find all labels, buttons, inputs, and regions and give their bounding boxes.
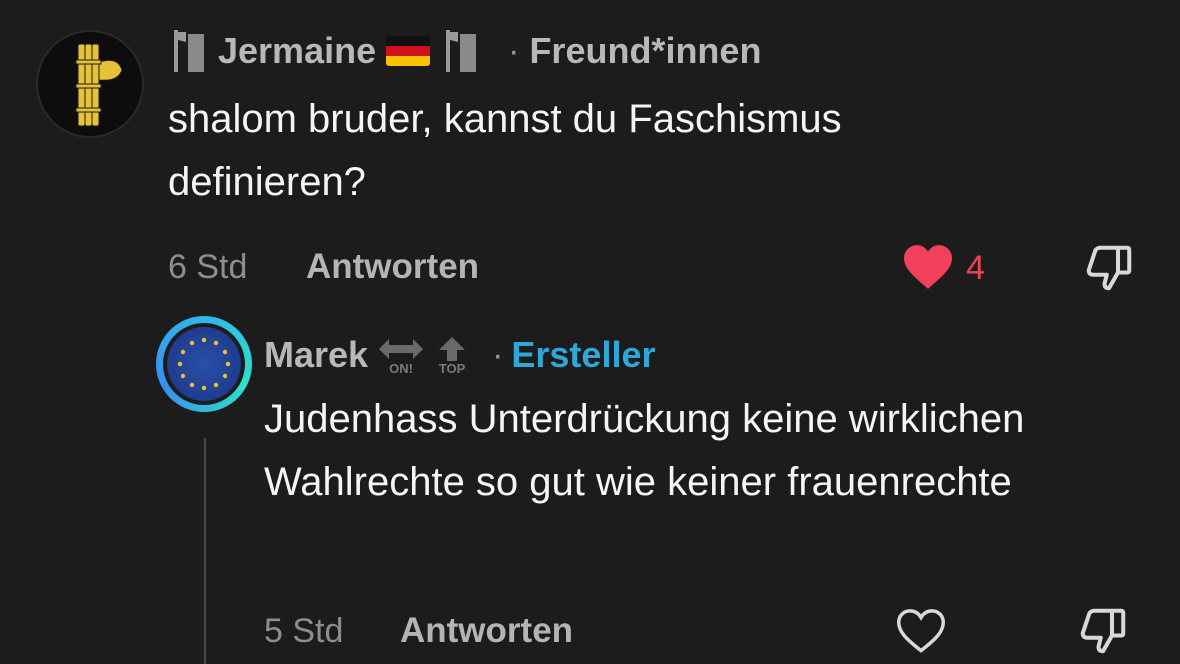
reply-button[interactable]: Antworten <box>306 247 479 287</box>
dislike-icon <box>1086 245 1132 291</box>
reply-time: 5 Std <box>264 612 344 650</box>
german-flag-icon <box>386 36 431 66</box>
reply-text: Judenhass Unterdrückung keine wirklichen… <box>264 397 1025 504</box>
comment-text: shalom bruder, kannst du Faschismus defi… <box>168 97 842 204</box>
meta-separator: · <box>508 31 520 70</box>
like-button[interactable] <box>900 240 956 294</box>
author-role: Ersteller <box>511 334 656 375</box>
axe-icon <box>174 30 204 72</box>
badge-on: ON! <box>389 360 413 376</box>
eu-flag-icon <box>167 327 241 401</box>
author-name[interactable]: Marek <box>264 334 368 376</box>
thread-line <box>204 438 206 664</box>
axe-icon <box>446 30 477 72</box>
avatar-marek[interactable] <box>156 316 252 412</box>
avatar-jermaine[interactable] <box>36 30 144 138</box>
up-arrow-icon: TOP <box>434 335 470 376</box>
comment-time: 6 Std <box>168 248 248 286</box>
like-button[interactable] <box>892 604 950 658</box>
like-count: 4 <box>966 249 985 287</box>
dislike-button[interactable] <box>1080 240 1138 296</box>
author-name[interactable]: Jermaine <box>218 30 376 72</box>
dislike-icon <box>1080 608 1126 654</box>
heart-icon <box>904 245 952 289</box>
comment-header: Jermaine · Freund*innen <box>168 28 761 74</box>
meta-separator: · <box>492 335 504 374</box>
arrows-icon: ON! <box>376 335 426 376</box>
dislike-button[interactable] <box>1074 602 1132 660</box>
reply-button[interactable]: Antworten <box>400 611 573 651</box>
author-role: Freund*innen <box>529 30 762 71</box>
fasces-icon <box>75 43 123 127</box>
badge-top: TOP <box>438 360 466 376</box>
heart-icon <box>896 609 946 653</box>
reply-header: Marek ON! TOP · Ersteller <box>264 334 655 376</box>
